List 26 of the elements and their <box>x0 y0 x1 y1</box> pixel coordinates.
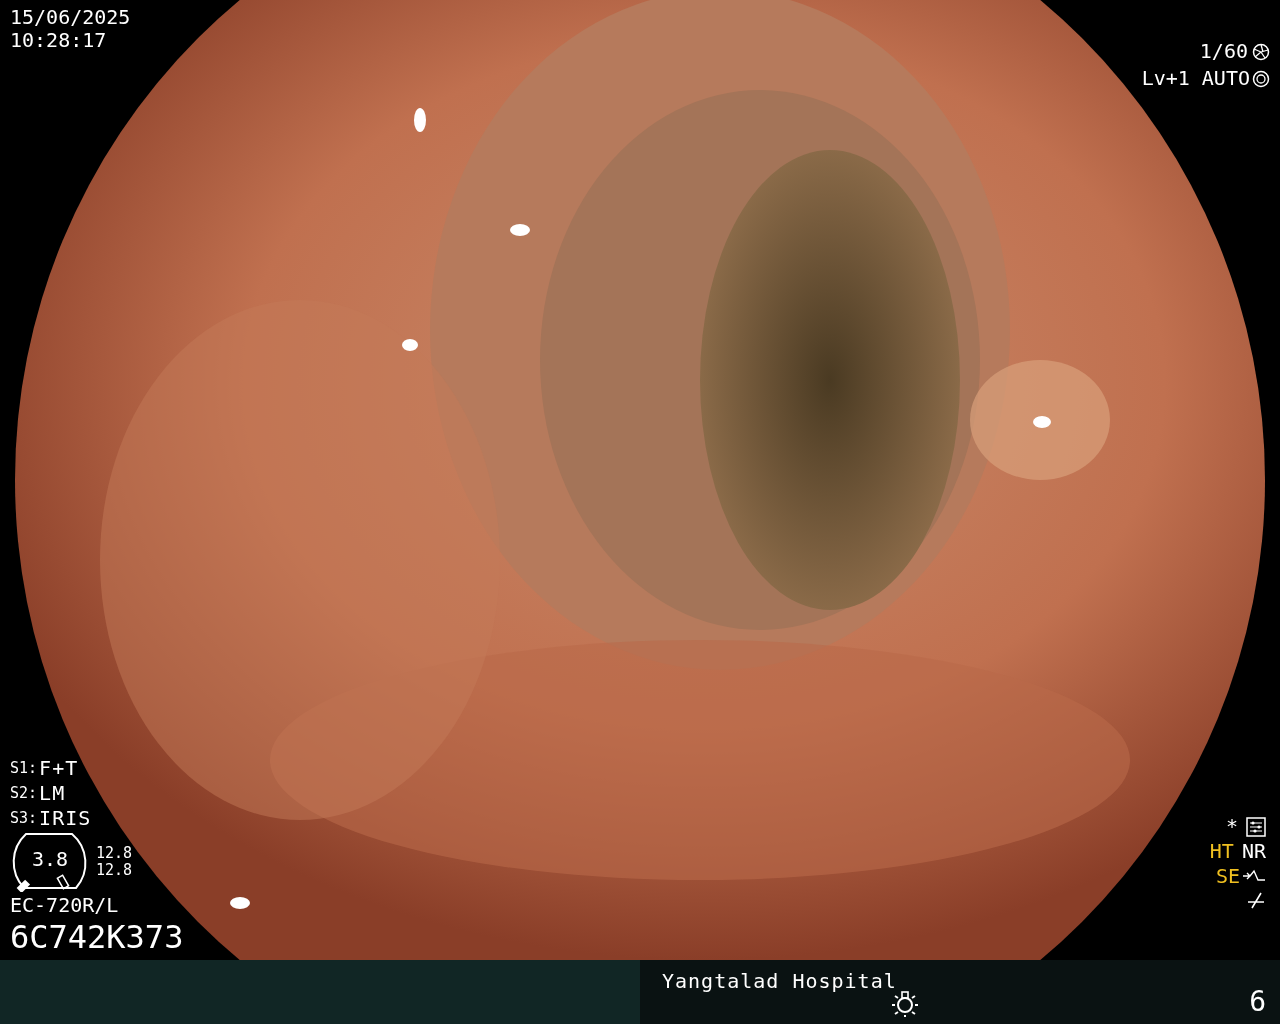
date: 15/06/2025 <box>10 6 131 29</box>
status-mark: HT <box>1209 840 1234 863</box>
brightness-level: Lv+1 <box>1141 67 1190 90</box>
switch-value: IRIS <box>39 807 92 831</box>
scope-model: EC-720R/L <box>10 894 120 918</box>
iris-mode: AUTO <box>1201 67 1250 90</box>
not-equal-icon <box>1246 890 1266 910</box>
gauge-value: 3.8 <box>32 848 69 872</box>
gauge-reading: 12.8 <box>96 862 133 880</box>
aperture-icon <box>1252 42 1270 61</box>
image-count: 6 <box>1249 986 1266 1019</box>
switch-value: LM <box>39 782 66 806</box>
scope-serial: 6C742K373 <box>10 919 184 956</box>
asterisk: * <box>1225 815 1238 838</box>
settings-sliders-icon <box>1246 816 1266 837</box>
status-mark: SE <box>1215 865 1240 888</box>
switch-label: S2: <box>10 785 38 803</box>
switch-label: S3: <box>10 810 38 828</box>
iris-icon <box>1252 69 1270 88</box>
switch-value: F+T <box>39 757 79 781</box>
status-mark: NR <box>1241 840 1266 863</box>
time: 10:28:17 <box>10 29 108 52</box>
switch-label: S1: <box>10 760 38 778</box>
hospital-name: Yangtalad Hospital <box>662 970 897 993</box>
gauge-reading: 12.8 <box>96 844 133 863</box>
shutter-speed: 1/60 <box>1199 40 1248 63</box>
